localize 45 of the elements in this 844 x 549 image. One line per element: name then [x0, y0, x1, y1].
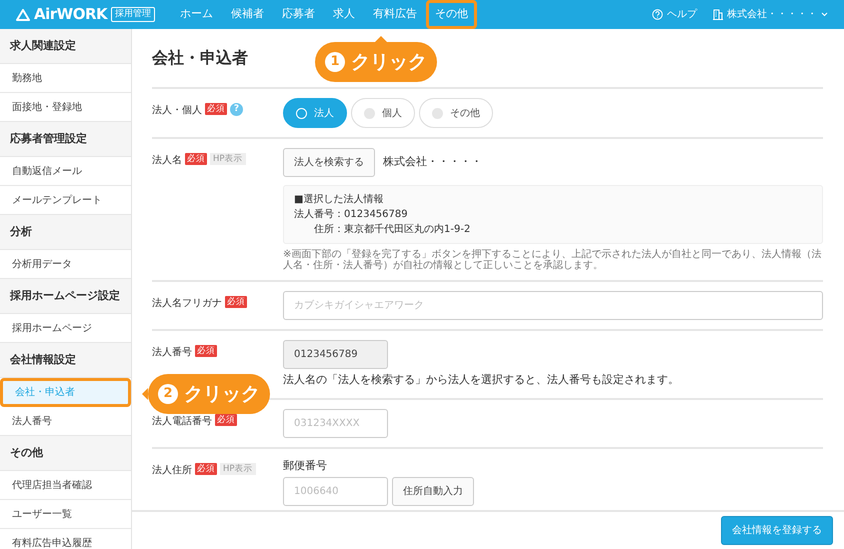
required-tag: 必須 [195, 462, 217, 474]
required-tag: 必須 [225, 296, 247, 308]
required-tag: 必須 [205, 103, 227, 115]
phone-field[interactable]: 031234XXXX [283, 408, 388, 438]
required-tag: 必須 [195, 345, 217, 357]
field-label: 法人電話番号 [152, 414, 212, 428]
sidebar-heading: 応募者管理設定 [0, 122, 131, 157]
info-line: 法人番号：0123456789 [294, 208, 409, 222]
sidebar-heading: 会社情報設定 [0, 343, 131, 378]
callout-text: クリック [184, 382, 260, 407]
help-icon[interactable] [652, 9, 663, 20]
hp-display-tag: HP表示 [210, 153, 246, 165]
callout-text: クリック [351, 50, 427, 75]
field-label: 法人・個人 [152, 104, 202, 118]
sidebar-heading: 採用ホームページ設定 [0, 279, 131, 314]
text-field[interactable]: カブシキガイシャエアワーク [283, 291, 823, 320]
note-text: ※画面下部の「登録を完了する」ボタンを押下することにより、上記で示された法人が自社と同一であり、法人情報（法人名・住所・法人番号）が自社の情報として正しいことを承認します。 [283, 249, 822, 271]
field-label: 法人住所 [152, 464, 192, 478]
field-label: 法人名 [152, 154, 182, 168]
logo-icon [16, 8, 30, 20]
autofill-button[interactable]: 住所自動入力 [392, 477, 474, 506]
info-heading: ■選択した法人情報 [294, 192, 384, 207]
hint-text: 法人名の「法人を検索する」から法人を選択すると、法人番号も設定されます。 [283, 372, 680, 388]
product-label: 採用管理 [111, 7, 156, 22]
hp-display-tag: HP表示 [220, 462, 256, 474]
field-label: 法人番号 [152, 346, 192, 360]
sub-label: 郵便番号 [283, 458, 328, 474]
info-line: 住所：東京都千代田区丸の内1-9-2 [313, 222, 472, 237]
radio-option[interactable]: その他 [419, 98, 493, 128]
caret-icon[interactable] [821, 12, 828, 17]
sidebar-heading: その他 [0, 436, 131, 471]
sidebar-heading: 求人関連設定 [0, 29, 131, 64]
building-icon [713, 9, 723, 20]
field-label: 法人名フリガナ [152, 296, 222, 311]
required-tag: 必須 [215, 414, 237, 426]
postal-code-field[interactable]: 1006640 [283, 477, 388, 506]
search-button[interactable]: 法人を検索する [283, 148, 375, 177]
radio-option[interactable]: 個人 [351, 98, 415, 128]
logo-text: AirWORK [34, 4, 108, 26]
number-field[interactable]: 0123456789 [283, 340, 388, 369]
company-name: 株式会社・・・・・ [383, 154, 482, 170]
sidebar-heading: 分析 [0, 215, 131, 250]
step-number: 2 [158, 384, 178, 404]
step-number: 1 [325, 52, 345, 72]
required-tag: 必須 [185, 153, 207, 165]
